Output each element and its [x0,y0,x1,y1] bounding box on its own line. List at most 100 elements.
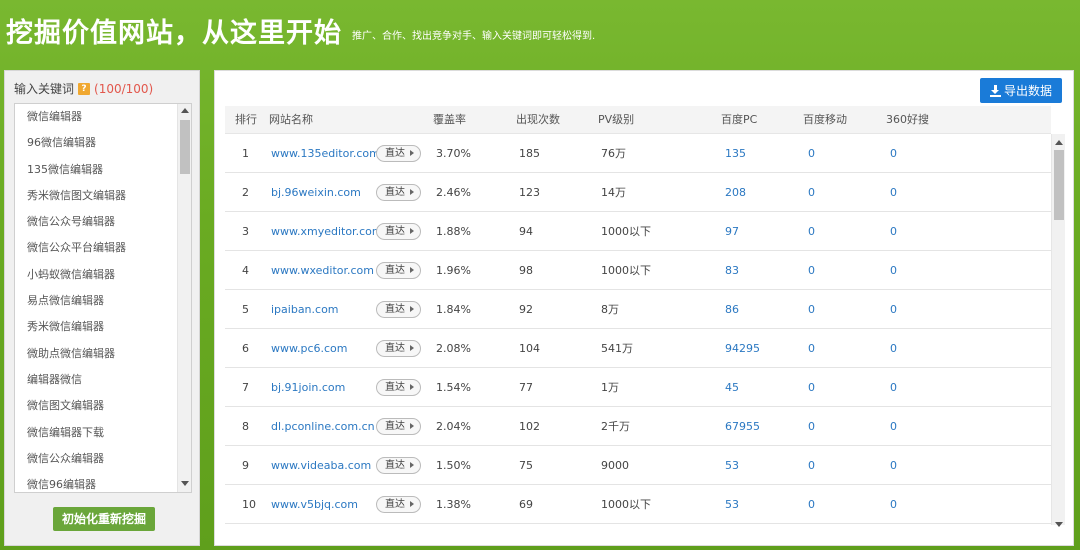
reset-mining-button[interactable]: 初始化重新挖掘 [53,507,155,531]
scroll-down-arrow-icon[interactable] [1055,522,1063,527]
scroll-down-arrow-icon[interactable] [181,481,189,486]
site-link[interactable]: www.xmyeditor.com [271,212,383,251]
so360-link[interactable]: 0 [890,173,897,212]
keyword-item[interactable]: 微助点微信编辑器 [15,341,191,367]
baidu-pc-link[interactable]: 94295 [725,329,760,368]
site-link[interactable]: bj.96weixin.com [271,173,361,212]
so360-link[interactable]: 0 [890,485,897,524]
keyword-list-scrollbar[interactable] [177,104,191,492]
table-row: 4 www.wxeditor.com 1.96% 98 1000以下 83 0 0 直达 [225,251,1051,290]
so360-link[interactable]: 0 [890,290,897,329]
site-link[interactable]: dl.pconline.com.cn [271,407,375,446]
keyword-item[interactable]: 微信96编辑器 [15,472,191,492]
keyword-item[interactable]: 微信公众编辑器 [15,446,191,472]
direct-visit-button[interactable]: 直达 [376,418,421,435]
site-link[interactable]: www.v5bjq.com [271,485,358,524]
direct-visit-button[interactable]: 直达 [376,223,421,240]
download-icon [989,84,1001,97]
baidu-mobile-link[interactable]: 0 [808,446,815,485]
column-header-baidu-pc: 百度PC [721,113,758,126]
baidu-pc-link[interactable]: 53 [725,446,739,485]
keyword-item[interactable]: 135微信编辑器 [15,157,191,183]
keyword-item[interactable]: 微信图文编辑器 [15,393,191,419]
keyword-count: (100/100) [94,81,154,96]
baidu-pc-link[interactable]: 135 [725,134,746,173]
site-link[interactable]: www.pc6.com [271,329,348,368]
direct-visit-button[interactable]: 直达 [376,457,421,474]
scroll-thumb[interactable] [1054,150,1064,220]
baidu-pc-link[interactable]: 45 [725,368,739,407]
so360-link[interactable]: 0 [890,134,897,173]
coverage-cell: 2.46% [436,186,471,199]
site-link[interactable]: ipaiban.com [271,290,339,329]
baidu-pc-link[interactable]: 67955 [725,407,760,446]
direct-visit-button[interactable]: 直达 [376,262,421,279]
direct-visit-button[interactable]: 直达 [376,184,421,201]
site-link[interactable]: bj.91join.com [271,368,345,407]
keyword-item[interactable]: 小蚂蚁微信编辑器 [15,262,191,288]
direct-visit-button[interactable]: 直达 [376,340,421,357]
keyword-item[interactable]: 微信公众号编辑器 [15,209,191,235]
keyword-item[interactable]: 微信公众平台编辑器 [15,235,191,261]
direct-visit-label: 直达 [385,265,405,276]
baidu-mobile-link[interactable]: 0 [808,212,815,251]
baidu-pc-link[interactable]: 86 [725,290,739,329]
baidu-mobile-link[interactable]: 0 [808,173,815,212]
direct-visit-button[interactable]: 直达 [376,145,421,162]
baidu-mobile-link[interactable]: 0 [808,134,815,173]
page-subtitle: 推广、合作、找出竞争对手、输入关键词即可轻松得到. [352,31,596,42]
scroll-up-arrow-icon[interactable] [181,108,189,113]
export-data-label: 导出数据 [1003,84,1052,98]
keyword-item[interactable]: 96微信编辑器 [15,130,191,156]
baidu-pc-link[interactable]: 83 [725,251,739,290]
export-data-button[interactable]: 导出数据 [980,78,1062,103]
column-header-360: 360好搜 [886,113,929,126]
site-link[interactable]: www.wxeditor.com [271,251,374,290]
baidu-mobile-link[interactable]: 0 [808,407,815,446]
so360-link[interactable]: 0 [890,329,897,368]
direct-visit-button[interactable]: 直达 [376,496,421,513]
keyword-item[interactable]: 秀米微信编辑器 [15,314,191,340]
count-cell: 77 [519,381,533,394]
keyword-item[interactable]: 秀米微信图文编辑器 [15,183,191,209]
keyword-item[interactable]: 编辑器微信 [15,367,191,393]
site-link[interactable]: www.135editor.com [271,134,380,173]
so360-link[interactable]: 0 [890,368,897,407]
site-link[interactable]: www.videaba.com [271,446,371,485]
direct-visit-button[interactable]: 直达 [376,301,421,318]
baidu-mobile-link[interactable]: 0 [808,251,815,290]
play-arrow-icon [410,501,414,507]
help-icon[interactable]: ? [78,82,91,95]
results-panel: 导出数据 排行 网站名称 覆盖率 出现次数 PV级别 百度PC 百度移动 360… [214,70,1074,546]
direct-visit-button[interactable]: 直达 [376,379,421,396]
coverage-cell: 1.38% [436,498,471,511]
pv-cell: 9000 [601,459,629,472]
table-row: 6 www.pc6.com 2.08% 104 541万 94295 0 0 直达 [225,329,1051,368]
keyword-item[interactable]: 微信编辑器 [15,104,191,130]
play-arrow-icon [410,189,414,195]
scroll-up-arrow-icon[interactable] [1055,140,1063,145]
baidu-pc-link[interactable]: 53 [725,485,739,524]
pv-cell: 1000以下 [601,498,651,511]
baidu-mobile-link[interactable]: 0 [808,485,815,524]
scroll-thumb[interactable] [180,120,190,174]
direct-visit-label: 直达 [385,499,405,510]
table-scrollbar[interactable] [1051,134,1065,527]
keyword-item[interactable]: 易点微信编辑器 [15,288,191,314]
column-header-pv: PV级别 [598,113,635,126]
baidu-mobile-link[interactable]: 0 [808,368,815,407]
so360-link[interactable]: 0 [890,407,897,446]
baidu-mobile-link[interactable]: 0 [808,329,815,368]
so360-link[interactable]: 0 [890,212,897,251]
coverage-cell: 1.50% [436,459,471,472]
baidu-pc-link[interactable]: 208 [725,173,746,212]
keyword-item[interactable]: 微信编辑器下载 [15,420,191,446]
so360-link[interactable]: 0 [890,251,897,290]
direct-visit-label: 直达 [385,421,405,432]
keyword-header: 输入关键词 ? (100/100) [14,80,153,97]
baidu-pc-link[interactable]: 97 [725,212,739,251]
so360-link[interactable]: 0 [890,446,897,485]
rank-cell: 10 [242,498,256,511]
keyword-list[interactable]: 微信编辑器 96微信编辑器 135微信编辑器 秀米微信图文编辑器 微信公众号编辑器 微信公… [14,103,192,493]
baidu-mobile-link[interactable]: 0 [808,290,815,329]
